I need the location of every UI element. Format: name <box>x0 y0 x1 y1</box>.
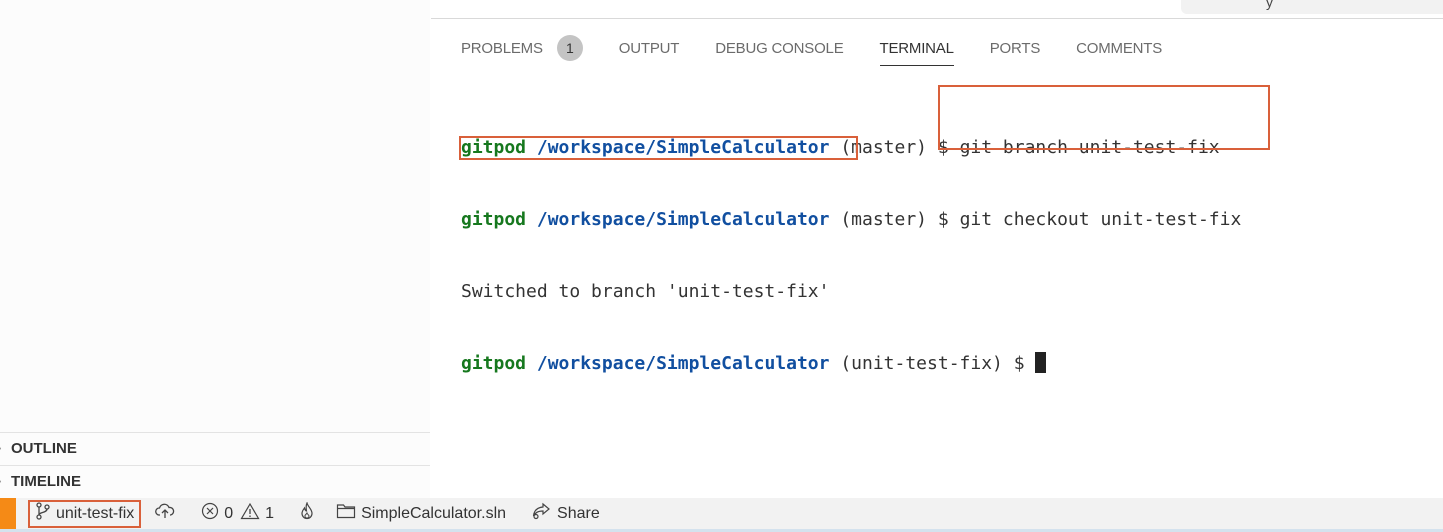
cloud-upload-icon <box>155 503 175 524</box>
prompt-user: gitpod <box>461 209 527 230</box>
tab-label: COMMENTS <box>1076 39 1163 57</box>
problems-count-badge: 1 <box>556 35 583 61</box>
remote-indicator[interactable] <box>0 498 16 529</box>
terminal-line: Switched to branch 'unit-test-fix' <box>461 280 1241 304</box>
terminal-line: gitpod /workspace/SimpleCalculator (unit… <box>461 352 1241 376</box>
solution-name: SimpleCalculator.sln <box>361 504 507 522</box>
panel-divider <box>431 18 1443 19</box>
tab-comments[interactable]: COMMENTS <box>1076 31 1162 65</box>
problems-status-item[interactable]: 0 1 <box>201 502 274 525</box>
git-branch-icon <box>35 502 51 525</box>
status-bar: unit-test-fix 0 1 SimpleCalculator.sln S… <box>0 498 1443 532</box>
prompt-symbol: $ <box>1013 353 1025 374</box>
tab-debug-console[interactable]: DEBUG CONSOLE <box>715 31 843 65</box>
folder-icon <box>336 503 356 524</box>
command-center-search[interactable]: y <box>1181 0 1443 14</box>
command-text: git checkout unit-test-fix <box>959 209 1242 230</box>
tab-problems[interactable]: PROBLEMS 1 <box>461 31 583 65</box>
chevron-right-icon: › <box>0 476 8 487</box>
tab-label: PORTS <box>989 39 1041 57</box>
chevron-right-icon: › <box>0 443 8 454</box>
command-output: Switched to branch 'unit-test-fix' <box>461 281 830 302</box>
panel-tabs: PROBLEMS 1 OUTPUT DEBUG CONSOLE TERMINAL… <box>461 30 1198 66</box>
share-label: Share <box>557 504 600 522</box>
section-label: TIMELINE <box>11 473 81 490</box>
flame-status-item[interactable] <box>300 501 314 525</box>
error-count: 0 <box>224 504 234 522</box>
warning-triangle-icon <box>240 502 260 525</box>
terminal-cursor <box>1035 352 1047 373</box>
tab-output[interactable]: OUTPUT <box>618 31 680 65</box>
prompt-symbol: $ <box>937 209 949 230</box>
tab-label: PROBLEMS <box>461 39 543 57</box>
tab-label: DEBUG CONSOLE <box>715 39 844 57</box>
branch-name: unit-test-fix <box>56 504 135 522</box>
sidebar-section-outline[interactable]: › OUTLINE <box>0 432 430 464</box>
prompt-branch: (unit-test-fix) <box>840 353 1003 374</box>
sidebar-section-timeline[interactable]: › TIMELINE <box>0 465 430 497</box>
prompt-user: gitpod <box>461 353 527 374</box>
tab-label: TERMINAL <box>879 39 954 57</box>
sidebar: › OUTLINE › TIMELINE <box>0 0 430 498</box>
highlight-output-box <box>459 136 858 160</box>
live-share-button[interactable]: Share <box>530 502 600 525</box>
highlight-commands-box <box>938 85 1270 150</box>
prompt-path: /workspace/SimpleCalculator <box>536 209 830 230</box>
terminal-line: gitpod /workspace/SimpleCalculator (mast… <box>461 208 1241 232</box>
solution-status-item[interactable]: SimpleCalculator.sln <box>336 503 506 524</box>
warning-count: 1 <box>265 504 275 522</box>
prompt-path: /workspace/SimpleCalculator <box>536 353 830 374</box>
section-label: OUTLINE <box>11 440 77 457</box>
bottom-panel: y PROBLEMS 1 OUTPUT DEBUG CONSOLE TERMIN… <box>431 0 1443 498</box>
tab-ports[interactable]: PORTS <box>989 31 1041 65</box>
search-text-fragment: y <box>1266 0 1273 10</box>
tab-terminal[interactable]: TERMINAL <box>879 31 955 66</box>
prompt-branch: (master) <box>840 209 928 230</box>
tab-label: OUTPUT <box>618 39 680 57</box>
live-share-icon <box>530 502 552 525</box>
publish-branch-button[interactable] <box>155 503 175 524</box>
flame-icon <box>300 501 314 525</box>
error-circle-icon <box>201 502 219 525</box>
branch-status-item[interactable]: unit-test-fix <box>28 499 142 528</box>
